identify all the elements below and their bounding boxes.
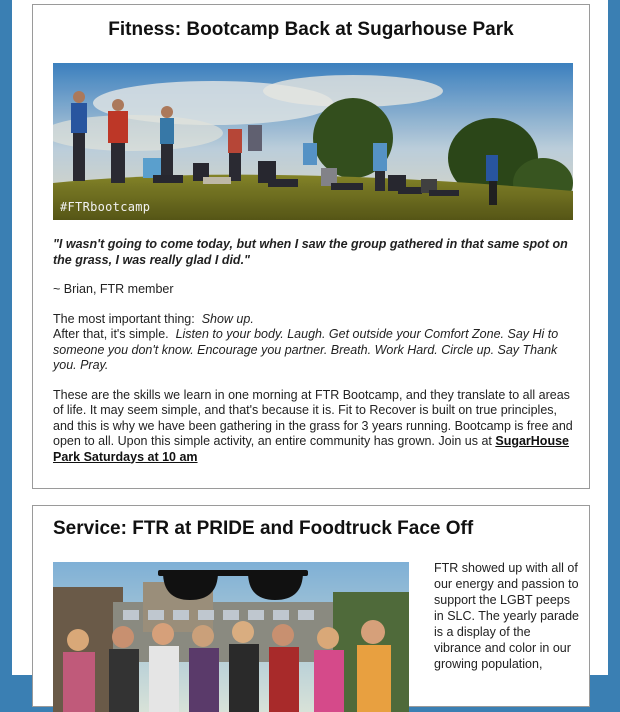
- bootcamp-paragraph: These are the skills we learn in one mor…: [53, 388, 573, 466]
- pride-group-photo: [53, 562, 409, 712]
- newsletter-page: Fitness: Bootcamp Back at Sugarhouse Par…: [12, 0, 608, 712]
- most-important-paragraph: The most important thing: Show up. After…: [53, 312, 573, 374]
- quote-attribution: ~ Brian, FTR member: [53, 282, 174, 296]
- fitness-section-card: Fitness: Bootcamp Back at Sugarhouse Par…: [32, 4, 590, 489]
- member-quote: "I wasn't going to come today, but when …: [53, 237, 568, 267]
- after-label: After that, it's simple.: [53, 327, 169, 341]
- service-side-text: FTR showed up with all of our energy and…: [434, 561, 579, 671]
- service-section-title: Service: FTR at PRIDE and Foodtruck Face…: [53, 518, 474, 539]
- fitness-body: "I wasn't going to come today, but when …: [53, 237, 573, 479]
- photo-hashtag: #FTRbootcamp: [60, 200, 151, 214]
- service-section-card: Service: FTR at PRIDE and Foodtruck Face…: [32, 505, 590, 712]
- most-important-label: The most important thing:: [53, 311, 195, 326]
- most-important-value: Show up.: [201, 311, 254, 326]
- fitness-section-title: Fitness: Bootcamp Back at Sugarhouse Par…: [108, 19, 514, 40]
- bootcamp-group-photo: #FTRbootcamp: [53, 63, 573, 220]
